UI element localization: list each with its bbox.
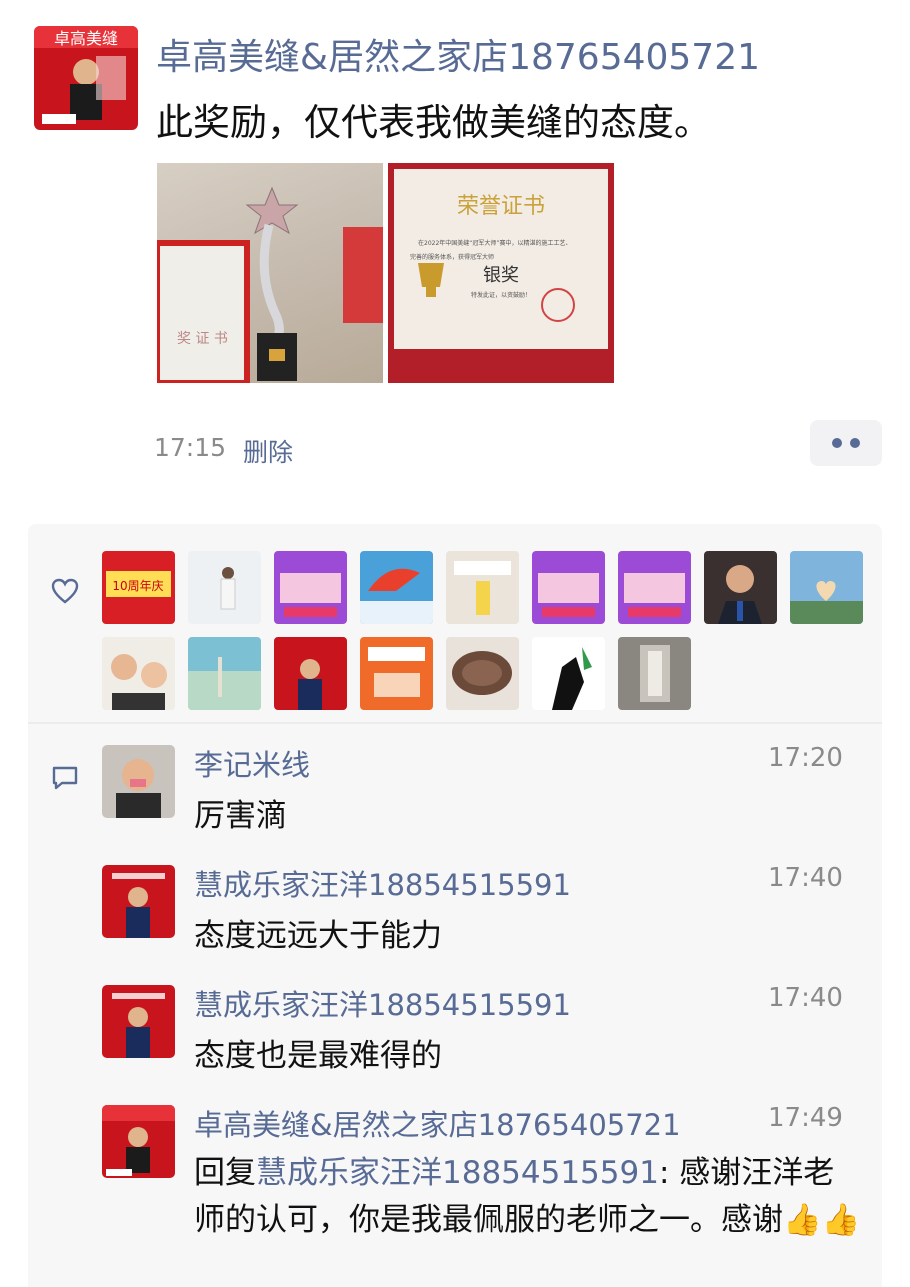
comment-icon [52,766,78,790]
post-author-name[interactable]: 卓高美缝&居然之家店18765405721 [156,28,760,80]
comment-text[interactable]: 态度远远大于能力 [194,910,442,955]
post-text: 此奖励，仅代表我做美缝的态度。 [156,101,711,144]
thumbs-up-icon: 👍👍 [783,1202,861,1238]
comment-author[interactable]: 慧成乐家汪洋18854515591 [194,982,571,1024]
reply-prefix: 回复 [194,1155,256,1191]
post-photo-certificate[interactable]: 荣誉证书 在2022年中国美缝“冠军大师”赛中，以精湛的施工工艺、 完善的服务体… [388,163,614,383]
liker-avatar[interactable] [532,551,605,624]
comment-author[interactable]: 李记米线 [194,742,310,784]
liker-ad-text: 10周年庆 [112,579,163,593]
liker-avatar[interactable] [102,637,175,710]
comment-time: 17:49 [768,1103,843,1133]
liker-avatar[interactable] [274,637,347,710]
reply-comment-text[interactable]: 回复慧成乐家汪洋18854515591: 感谢汪洋老师的认可，你是我最佩服的老师… [194,1150,864,1244]
comment-text[interactable]: 厉害滴 [194,790,287,835]
post-photo-trophy[interactable]: 奖 证 书 [157,163,383,383]
liker-avatar[interactable] [188,551,261,624]
liker-avatar[interactable] [274,551,347,624]
liker-avatar[interactable] [704,551,777,624]
author-avatar[interactable]: 卓高美缝 [34,26,138,130]
liker-avatar[interactable] [188,637,261,710]
comment-time: 17:20 [768,743,843,773]
dot-icon [850,438,860,448]
comment-avatar[interactable] [102,745,175,818]
comment-avatar[interactable] [102,1105,175,1178]
liker-avatar[interactable] [360,551,433,624]
comment-time: 17:40 [768,983,843,1013]
liker-avatar[interactable] [790,551,863,624]
liker-avatar[interactable] [446,551,519,624]
comment-avatar[interactable] [102,865,175,938]
dot-icon [832,438,842,448]
trophy-card-text: 奖 证 书 [177,330,228,347]
certificate-title: 荣誉证书 [457,194,545,219]
liker-avatar[interactable] [446,637,519,710]
likes-divider [28,722,882,724]
certificate-footer: 特发此证，以资鼓励！ [471,291,531,299]
liker-avatar[interactable] [360,637,433,710]
comment-author[interactable]: 卓高美缝&居然之家店18765405721 [194,1102,681,1144]
certificate-line2: 完善的服务体系，获得冠军大师 [410,253,494,261]
comment-author[interactable]: 慧成乐家汪洋18854515591 [194,862,571,904]
delete-button[interactable]: 删除 [243,433,293,469]
certificate-award: 银奖 [483,265,519,286]
reply-colon: : [658,1155,680,1191]
liker-avatar[interactable] [618,551,691,624]
comment-time: 17:40 [768,863,843,893]
comment-text[interactable]: 态度也是最难得的 [194,1030,442,1075]
post-time: 17:15 [154,433,227,462]
reply-to-user[interactable]: 慧成乐家汪洋18854515591 [256,1155,659,1191]
comment-avatar[interactable] [102,985,175,1058]
liker-avatar[interactable]: 10周年庆 [102,551,175,624]
svg-text:卓高美缝: 卓高美缝 [54,29,118,48]
liker-avatar[interactable] [618,637,691,710]
certificate-line1: 在2022年中国美缝“冠军大师”赛中，以精湛的施工工艺、 [418,239,572,247]
heart-icon [51,578,79,604]
liker-avatar[interactable] [532,637,605,710]
more-options-button[interactable] [810,420,882,466]
